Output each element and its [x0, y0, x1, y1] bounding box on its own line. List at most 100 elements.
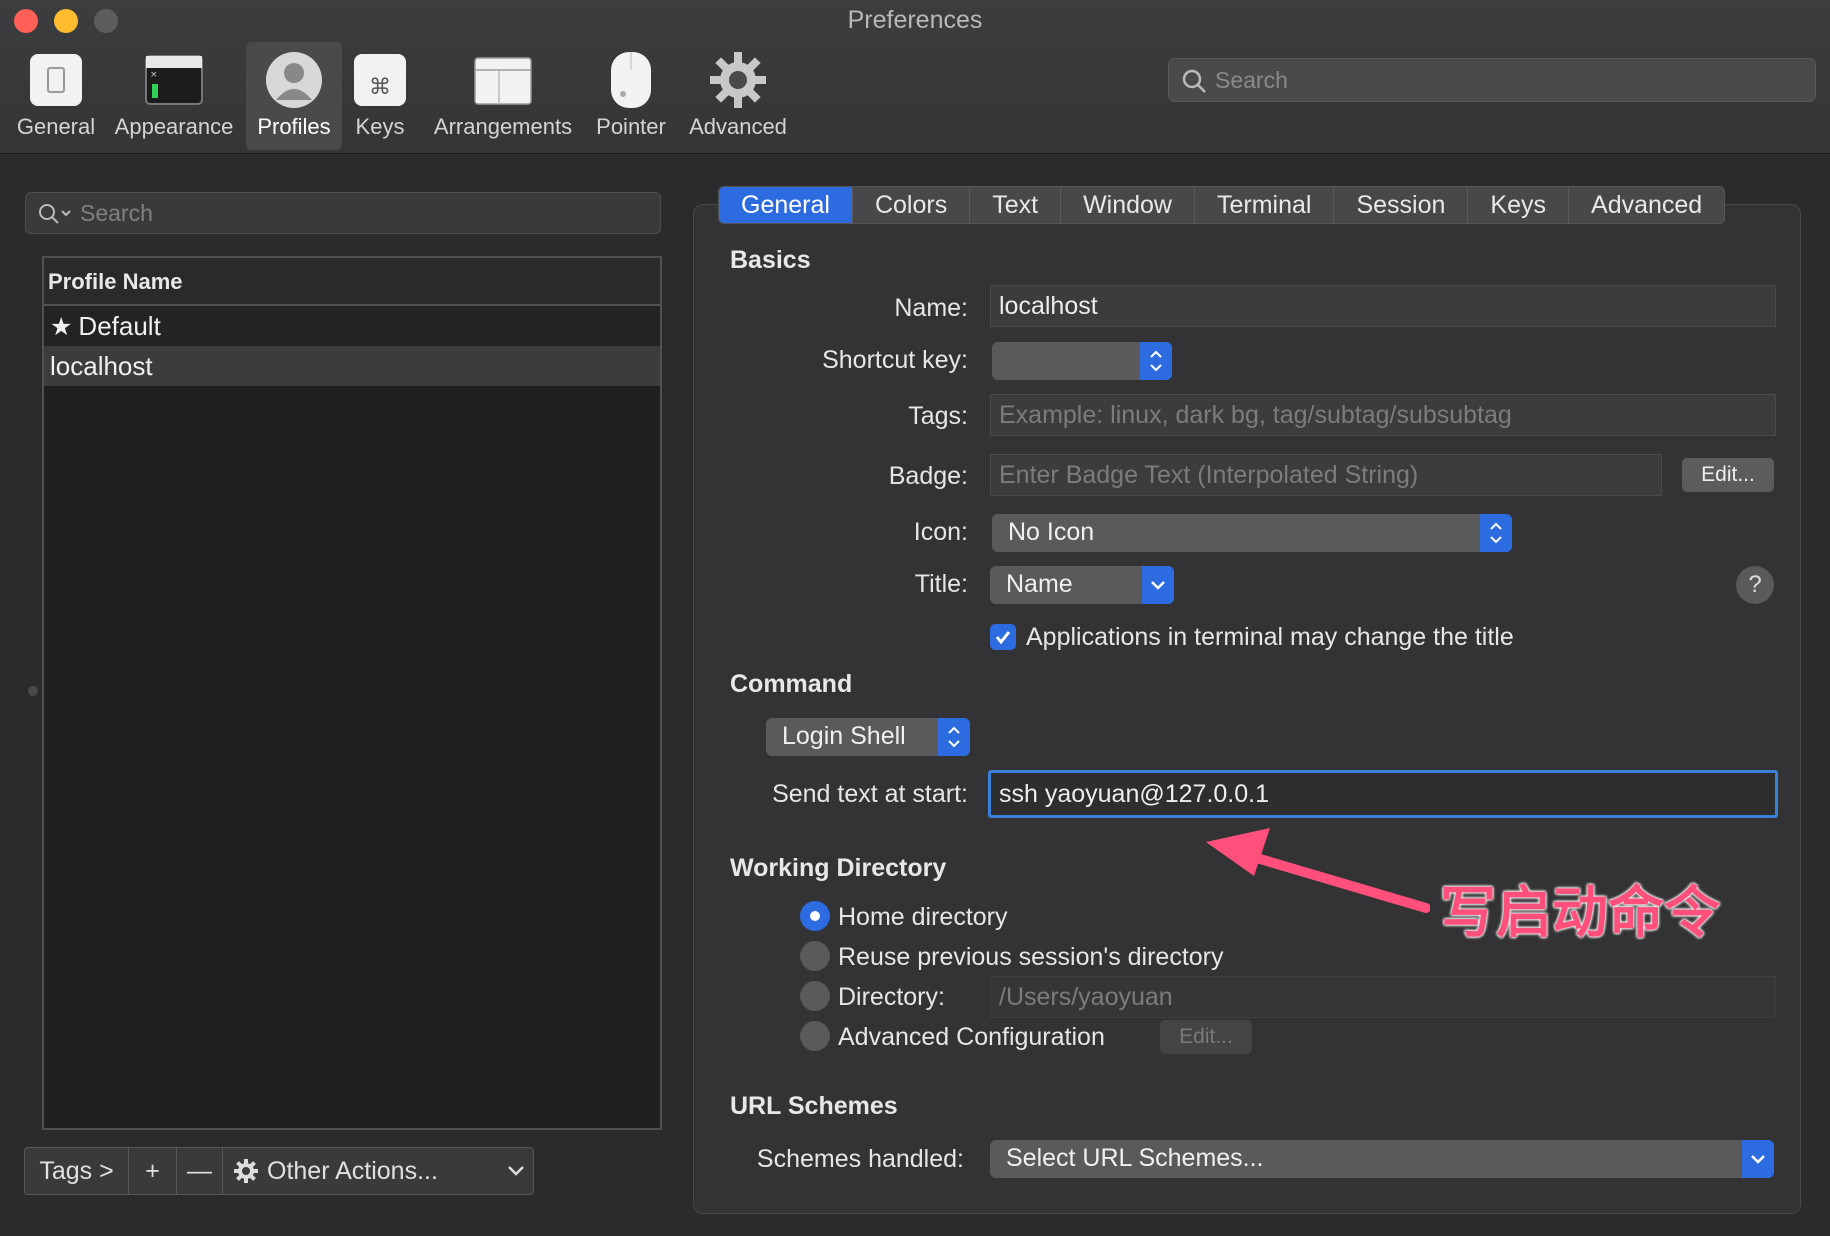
- name-field[interactable]: [990, 285, 1776, 327]
- tab-advanced[interactable]: Advanced: [1569, 187, 1724, 223]
- profile-row-default[interactable]: ★ Default: [44, 306, 660, 346]
- toolbar-arrangements[interactable]: Arrangements: [426, 42, 580, 150]
- tab-terminal[interactable]: Terminal: [1195, 187, 1335, 223]
- profile-name: localhost: [50, 350, 153, 381]
- tab-window[interactable]: Window: [1061, 187, 1195, 223]
- other-actions-label: Other Actions...: [267, 1156, 438, 1185]
- other-actions-menu[interactable]: Other Actions...: [223, 1148, 533, 1194]
- tab-colors[interactable]: Colors: [853, 187, 971, 223]
- search-icon: [1182, 69, 1206, 93]
- icon-popup[interactable]: No Icon: [992, 514, 1512, 552]
- annotation-arrow-icon: [1206, 828, 1430, 913]
- basics-heading: Basics: [730, 246, 811, 274]
- svg-text:×: ×: [150, 70, 158, 80]
- tab-general[interactable]: General: [719, 187, 853, 223]
- profile-name: Default: [78, 310, 161, 341]
- working-directory-heading: Working Directory: [730, 854, 947, 882]
- url-schemes-heading: URL Schemes: [730, 1092, 898, 1120]
- directory-radio[interactable]: [800, 981, 830, 1011]
- profile-list-header[interactable]: Profile Name: [44, 258, 660, 306]
- toolbar-advanced[interactable]: Advanced: [682, 42, 794, 150]
- icon-label: Icon:: [913, 518, 968, 546]
- pointer-icon: [611, 52, 651, 108]
- gear-icon: [234, 1159, 258, 1183]
- allow-title-change-label: Applications in terminal may change the …: [1026, 623, 1514, 651]
- toolbar-label: Profiles: [257, 114, 331, 139]
- title-popup-value: Name: [1006, 570, 1073, 598]
- chevron-down-icon: [1142, 566, 1174, 604]
- shortcut-key-popup[interactable]: [992, 342, 1172, 380]
- toolbar-label: General: [16, 114, 96, 139]
- directory-path-field[interactable]: [990, 976, 1776, 1018]
- url-schemes-value: Select URL Schemes...: [1006, 1144, 1264, 1172]
- general-icon: [30, 54, 82, 106]
- title-label: Title:: [914, 570, 968, 598]
- chevron-down-icon: [508, 1166, 524, 1176]
- svg-text:⌘: ⌘: [369, 75, 391, 100]
- advanced-configuration-label: Advanced Configuration: [838, 1023, 1105, 1051]
- home-directory-radio[interactable]: [800, 901, 830, 931]
- badge-edit-button[interactable]: Edit...: [1682, 458, 1774, 492]
- title-popup[interactable]: Name: [990, 566, 1174, 604]
- settings-tabbar: General Colors Text Window Terminal Sess…: [718, 186, 1726, 224]
- toolbar-search-field[interactable]: [1168, 58, 1816, 102]
- directory-label: Directory:: [838, 983, 945, 1011]
- tab-keys[interactable]: Keys: [1468, 187, 1570, 223]
- star-icon: ★: [50, 311, 73, 341]
- toolbar-search-input[interactable]: [1215, 59, 1805, 101]
- chevron-down-icon: [1742, 1140, 1774, 1178]
- advanced-configuration-edit-button[interactable]: Edit...: [1160, 1020, 1252, 1054]
- toolbar-label: Advanced: [689, 114, 787, 139]
- split-handle[interactable]: [28, 686, 38, 696]
- tab-text[interactable]: Text: [970, 187, 1062, 223]
- send-text-label: Send text at start:: [772, 780, 968, 808]
- send-text-field[interactable]: [988, 770, 1778, 818]
- url-schemes-popup[interactable]: Select URL Schemes...: [990, 1140, 1774, 1178]
- remove-profile-button[interactable]: —: [177, 1148, 223, 1194]
- toolbar-general[interactable]: General: [8, 42, 104, 150]
- tab-session[interactable]: Session: [1334, 187, 1469, 223]
- keys-icon: ⌘: [354, 54, 406, 106]
- appearance-icon: ×: [145, 55, 203, 105]
- up-down-arrows-icon: [1480, 514, 1512, 552]
- annotation-label: 写启动命令: [1440, 881, 1720, 946]
- toolbar-appearance[interactable]: × Appearance: [110, 42, 238, 150]
- profile-search-field[interactable]: [25, 192, 661, 234]
- command-type-value: Login Shell: [782, 722, 906, 750]
- tags-field[interactable]: [990, 394, 1776, 436]
- reuse-directory-label: Reuse previous session's directory: [838, 943, 1224, 971]
- arrangements-icon: [474, 57, 532, 105]
- toolbar-profiles[interactable]: Profiles: [246, 42, 342, 150]
- command-heading: Command: [730, 670, 853, 698]
- window-toolbar: Preferences General × Appearance Profile…: [0, 0, 1830, 154]
- toolbar-label: Arrangements: [433, 114, 573, 139]
- toolbar-label: Pointer: [596, 114, 666, 139]
- up-down-arrows-icon: [1140, 342, 1172, 380]
- add-profile-button[interactable]: +: [129, 1148, 177, 1194]
- icon-popup-value: No Icon: [1008, 518, 1095, 546]
- profile-actions-bar: Tags > + — Other Actions...: [24, 1147, 534, 1195]
- profile-search-input[interactable]: [80, 193, 650, 233]
- advanced-configuration-radio[interactable]: [800, 1021, 830, 1051]
- toolbar-keys[interactable]: ⌘ Keys: [346, 42, 414, 150]
- profile-row-localhost[interactable]: localhost: [44, 346, 660, 386]
- tags-label: Tags:: [908, 402, 968, 430]
- command-type-popup[interactable]: Login Shell: [766, 718, 970, 756]
- toolbar-label: Appearance: [114, 114, 234, 139]
- tags-toggle-button[interactable]: Tags >: [25, 1148, 129, 1194]
- toolbar-label: Keys: [355, 114, 405, 139]
- help-button[interactable]: ?: [1736, 566, 1774, 604]
- profiles-icon: [266, 52, 322, 108]
- profile-list[interactable]: Profile Name ★ Default localhost: [42, 256, 662, 1130]
- toolbar-pointer[interactable]: Pointer: [588, 42, 674, 150]
- home-directory-label: Home directory: [838, 903, 1008, 931]
- gear-icon: [710, 52, 766, 108]
- checkmark-icon: [995, 631, 1011, 645]
- allow-title-change-checkbox[interactable]: [990, 624, 1016, 650]
- up-down-arrows-icon: [938, 718, 970, 756]
- window-title: Preferences: [847, 6, 983, 34]
- shortcut-key-label: Shortcut key:: [822, 346, 968, 374]
- badge-field[interactable]: [990, 454, 1662, 496]
- name-label: Name:: [894, 294, 968, 322]
- reuse-directory-radio[interactable]: [800, 941, 830, 971]
